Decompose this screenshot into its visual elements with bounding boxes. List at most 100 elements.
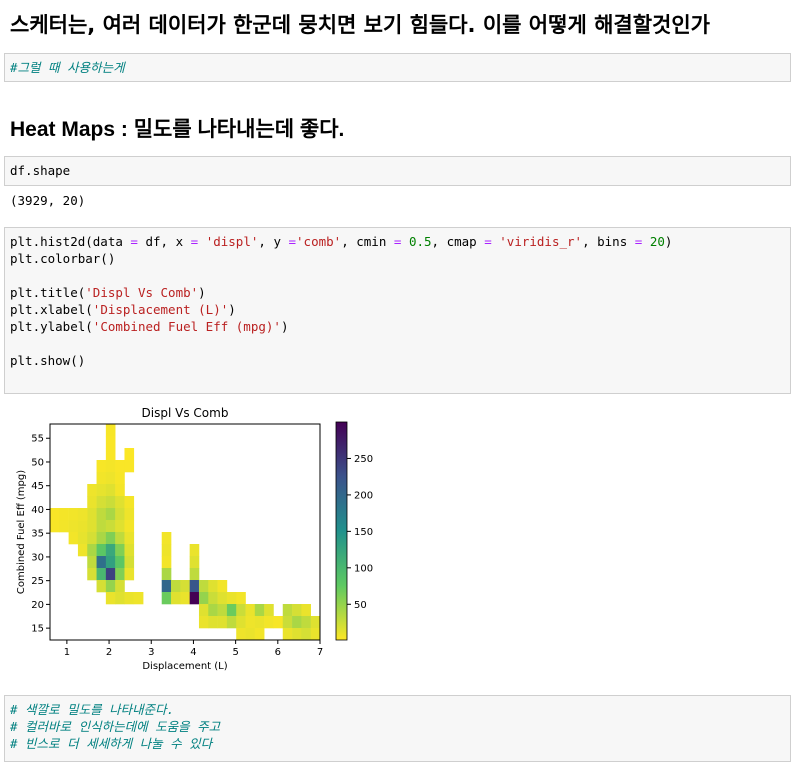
code-token: 'Displ Vs Comb' — [85, 285, 199, 300]
heatmap-cell — [96, 460, 107, 473]
code-token: , bins — [582, 234, 635, 249]
heatmap-cell — [105, 448, 116, 461]
heatmap-cell — [245, 604, 256, 617]
heatmap-cell — [115, 544, 125, 557]
heatmap-cell — [198, 616, 209, 629]
heatmap-cell — [161, 532, 172, 545]
heatmap-cell — [96, 580, 107, 593]
heatmap-cell — [180, 592, 190, 605]
heatmap-cell — [105, 544, 116, 557]
heatmap-cell — [87, 484, 97, 497]
heatmap-cell — [245, 616, 256, 629]
heatmap-cell — [115, 592, 125, 605]
comment-line-2: # 컬러바로 인식하는데에 도움을 주고 — [10, 719, 221, 734]
x-axis-label: Displacement (L) — [142, 661, 227, 672]
heatmap-cell — [124, 592, 135, 605]
heatmap-cell — [115, 520, 125, 533]
x-axis-ticks: 1 2 3 4 5 6 7 — [64, 640, 323, 658]
code-token: 'Displacement (L)' — [92, 302, 229, 317]
heatmap-cell — [124, 532, 135, 545]
heatmap-cell — [105, 580, 116, 593]
y-tick-label: 45 — [31, 481, 44, 492]
code-line-5: plt.xlabel('Displacement (L)') — [10, 302, 236, 317]
markdown-cell-1[interactable]: #그럴 때 사용하는게 — [4, 53, 791, 82]
code-block: plt.hist2d(data = df, x = 'displ', y ='c… — [5, 228, 790, 374]
heatmap-cell — [245, 628, 256, 641]
heatmap-cell — [301, 604, 311, 617]
heatmap-cell — [105, 472, 116, 485]
heatmap-cell — [115, 460, 125, 473]
heatmap-cell — [96, 544, 107, 557]
heatmap-cell — [96, 472, 107, 485]
code-text: df.shape — [10, 163, 71, 178]
heatmap-cell — [50, 520, 60, 533]
code-token: ) — [198, 285, 206, 300]
heatmap-cell — [96, 520, 107, 533]
code-token: df, x — [137, 234, 191, 249]
heatmap-cell — [217, 616, 228, 629]
code-token: plt.title( — [10, 285, 86, 300]
heatmap-cell — [124, 448, 135, 461]
heatmap-cell — [217, 604, 228, 617]
y-tick-label: 25 — [31, 576, 44, 587]
heatmap-cell — [115, 556, 125, 569]
code-token: 'Combined Fuel Eff (mpg)' — [92, 319, 281, 334]
heatmap-cell — [87, 520, 97, 533]
heatmap-cell — [198, 592, 209, 605]
heatmap-cell — [226, 616, 237, 629]
heatmap-cell — [208, 592, 218, 605]
heatmap-cell — [208, 580, 218, 593]
heatmap-cell — [115, 472, 125, 485]
markdown-cell-2[interactable]: # 색깔로 밀도를 나타내준다. # 컬러바로 인식하는데에 도움을 주고 # … — [4, 695, 791, 762]
heatmap-cell — [59, 520, 69, 533]
heatmap-cell — [77, 532, 88, 545]
heatmap-cell — [226, 592, 237, 605]
heatmap-cell — [236, 616, 246, 629]
code-cell-hist2d[interactable]: plt.hist2d(data = df, x = 'displ', y ='c… — [4, 227, 791, 394]
heatmap-cell — [105, 532, 116, 545]
heatmap-cell — [189, 568, 200, 581]
heatmap-cell — [273, 616, 284, 629]
heatmap-cell — [115, 568, 125, 581]
y-tick-label: 35 — [31, 529, 44, 540]
heatmap-cell — [105, 568, 116, 581]
code-cell-df-shape[interactable]: df.shape — [4, 156, 791, 186]
heatmap-cell — [161, 544, 172, 557]
heatmap-cell — [310, 628, 321, 641]
code-token: , y — [258, 234, 289, 249]
y-axis-ticks: 15 20 25 30 35 40 45 50 55 — [31, 434, 50, 635]
heatmap-cell — [124, 520, 135, 533]
heatmap-cell — [87, 532, 97, 545]
code-line-1: plt.hist2d(data = df, x = 'displ', y ='c… — [10, 234, 672, 249]
x-tick-label: 4 — [190, 647, 196, 658]
heatmap-cell — [115, 532, 125, 545]
heatmap-cell — [310, 616, 321, 629]
heatmap-cell — [96, 496, 107, 509]
heatmap-cell — [301, 616, 311, 629]
code-token: plt.ylabel( — [10, 319, 93, 334]
heatmap-cell — [124, 460, 135, 473]
heatmap-cell — [161, 556, 172, 569]
heatmap-cell — [77, 508, 88, 521]
colorbar-tick-label: 150 — [354, 527, 373, 538]
heatmap-cell — [124, 496, 135, 509]
heatmap-cell — [59, 508, 69, 521]
heatmap-cell — [105, 424, 116, 437]
x-tick-label: 5 — [232, 647, 238, 658]
code-token: , cmap — [431, 234, 485, 249]
x-tick-label: 1 — [64, 647, 70, 658]
heatmap-cells — [50, 424, 321, 641]
heatmap-cell — [236, 628, 246, 641]
heatmap-cell — [133, 592, 144, 605]
code-token: 'comb' — [296, 234, 342, 249]
heatmap-cell — [254, 628, 265, 641]
code-token: ) — [280, 319, 289, 334]
code-line-2: plt.colorbar() — [10, 251, 116, 266]
heatmap-cell — [198, 604, 209, 617]
markdown-lines: # 색깔로 밀도를 나타내준다. # 컬러바로 인식하는데에 도움을 주고 # … — [5, 696, 790, 757]
code-token: plt.xlabel( — [10, 302, 93, 317]
heatmap-cell — [124, 544, 135, 557]
markdown-text: #그럴 때 사용하는게 — [10, 60, 125, 75]
